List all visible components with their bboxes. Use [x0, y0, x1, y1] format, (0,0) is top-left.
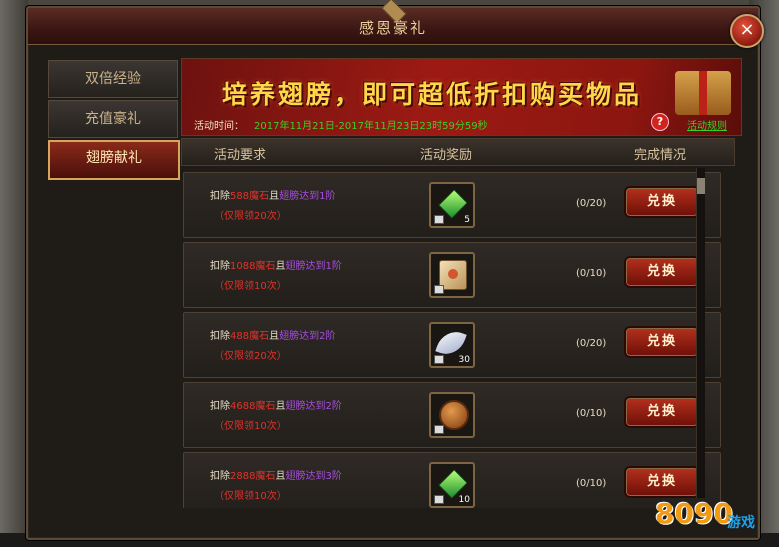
tab-wing-gift[interactable]: 翅膀献礼: [48, 140, 180, 180]
reward-slot[interactable]: [429, 252, 475, 298]
progress-text: (0/20): [576, 198, 607, 209]
table-row: 扣除4688魔石且翅膀达到2阶 （仅限领10次） (0/10) 兑换: [183, 382, 721, 448]
table-header: 活动要求 活动奖励 完成情况: [181, 138, 735, 166]
event-banner: 培养翅膀，即可超低折扣购买物品 活动时间： 2017年11月21日-2017年1…: [181, 58, 742, 136]
exchange-button[interactable]: 兑换: [624, 256, 700, 288]
table-row: 扣除2888魔石且翅膀达到3阶 （仅限领10次） 10 (0/10) 兑换: [183, 452, 721, 508]
exchange-button[interactable]: 兑换: [624, 466, 700, 498]
header-requirement: 活动要求: [214, 148, 267, 163]
reward-slot[interactable]: [429, 392, 475, 438]
reward-count: 5: [464, 215, 470, 225]
limit-text: （仅限领10次）: [214, 281, 287, 292]
window-titlebar: 感恩豪礼: [28, 0, 758, 45]
event-time-label: 活动时间：: [194, 121, 244, 132]
reward-count: 30: [458, 355, 470, 365]
lock-icon: [434, 285, 444, 294]
background-scene-left: [0, 0, 28, 547]
requirement-text: 扣除2888魔石且翅膀达到3阶: [210, 471, 342, 482]
exchange-button[interactable]: 兑换: [624, 396, 700, 428]
table-row: 扣除1088魔石且翅膀达到1阶 （仅限领10次） (0/10) 兑换: [183, 242, 721, 308]
event-window: 感恩豪礼 × 双倍经验 充值豪礼 翅膀献礼 培养翅膀，即可超低折扣购买物品 活动…: [26, 0, 764, 540]
event-time-value: 2017年11月21日-2017年11月23日23时59分59秒: [254, 121, 488, 132]
reward-slot[interactable]: 30: [429, 322, 475, 368]
reward-slot[interactable]: 5: [429, 182, 475, 228]
header-reward: 活动奖励: [420, 148, 473, 163]
reward-list: 扣除588魔石且翅膀达到1阶 （仅限领20次） 5 (0/20) 兑换 扣除10…: [181, 168, 721, 508]
progress-text: (0/10): [576, 478, 607, 489]
window-title: 感恩豪礼: [358, 19, 427, 37]
reward-slot[interactable]: 10: [429, 462, 475, 508]
progress-text: (0/10): [576, 268, 607, 279]
event-rules-link[interactable]: 活动规则: [687, 117, 727, 132]
header-status: 完成情况: [634, 148, 687, 163]
close-button[interactable]: ×: [730, 14, 764, 48]
lock-icon: [434, 425, 444, 434]
limit-text: （仅限领10次）: [214, 491, 287, 502]
help-icon[interactable]: ?: [651, 113, 669, 131]
scrollbar-thumb[interactable]: [697, 178, 705, 194]
limit-text: （仅限领20次）: [214, 351, 287, 362]
table-row: 扣除488魔石且翅膀达到2阶 （仅限领20次） 30 (0/20) 兑换: [183, 312, 721, 378]
exchange-button[interactable]: 兑换: [624, 326, 700, 358]
progress-text: (0/20): [576, 338, 607, 349]
requirement-text: 扣除588魔石且翅膀达到1阶: [210, 191, 336, 202]
gift-box-icon: [675, 71, 731, 115]
exchange-button[interactable]: 兑换: [624, 186, 700, 218]
tab-recharge-gift[interactable]: 充值豪礼: [48, 100, 178, 138]
progress-text: (0/10): [576, 408, 607, 419]
brand-watermark: 8090: [655, 497, 733, 530]
lock-icon: [434, 495, 444, 504]
banner-headline: 培养翅膀，即可超低折扣购买物品: [222, 80, 643, 109]
limit-text: （仅限领10次）: [214, 421, 287, 432]
requirement-text: 扣除4688魔石且翅膀达到2阶: [210, 401, 342, 412]
reward-count: 10: [458, 495, 470, 505]
brand-watermark-text: 游戏: [727, 515, 755, 531]
lock-icon: [434, 215, 444, 224]
tab-double-exp[interactable]: 双倍经验: [48, 60, 178, 98]
requirement-text: 扣除1088魔石且翅膀达到1阶: [210, 261, 342, 272]
limit-text: （仅限领20次）: [214, 211, 287, 222]
requirement-text: 扣除488魔石且翅膀达到2阶: [210, 331, 336, 342]
list-scrollbar[interactable]: [696, 168, 705, 498]
lock-icon: [434, 355, 444, 364]
table-row: 扣除588魔石且翅膀达到1阶 （仅限领20次） 5 (0/20) 兑换: [183, 172, 721, 238]
